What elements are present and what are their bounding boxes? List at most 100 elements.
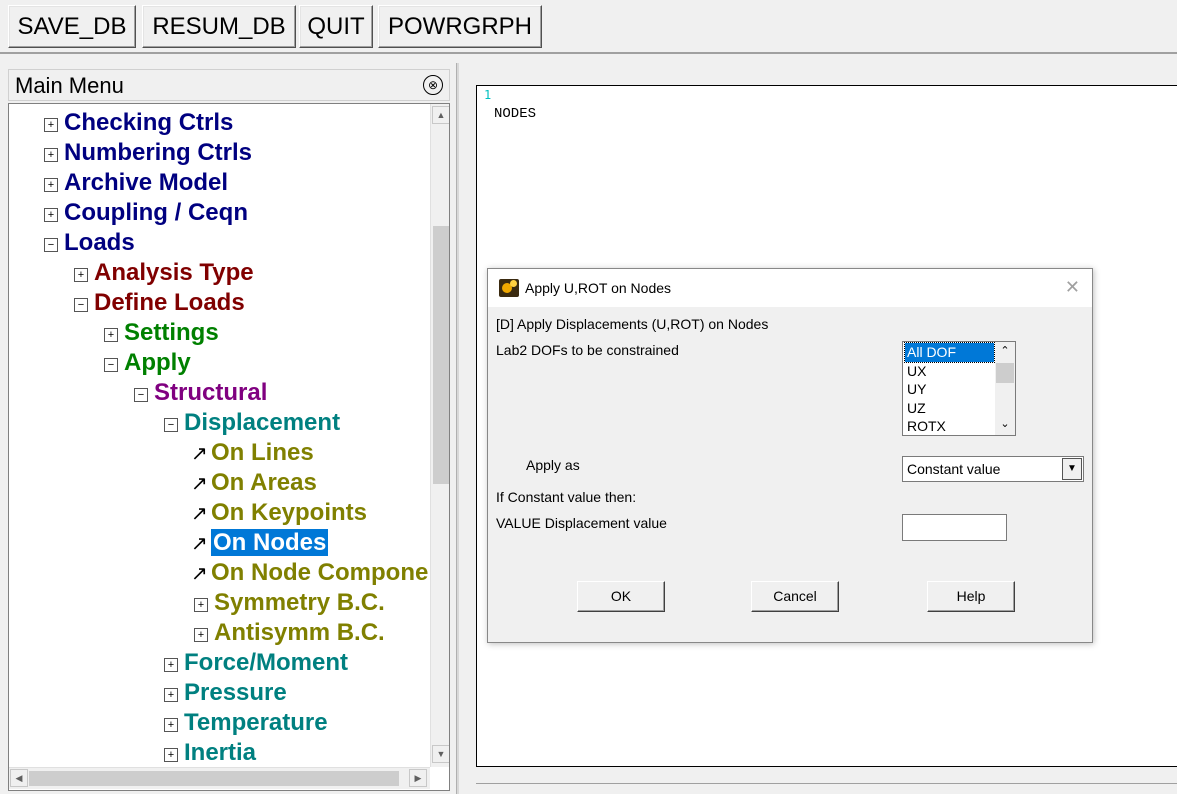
tree-item[interactable]: + Force/Moment: [164, 648, 348, 678]
collapse-node-icon[interactable]: −: [164, 418, 178, 432]
dof-list-scrollbar[interactable]: ⌃ ⌄: [995, 342, 1015, 435]
collapse-node-icon[interactable]: −: [134, 388, 148, 402]
action-arrow-icon[interactable]: ↗: [191, 499, 211, 529]
help-button[interactable]: Help: [927, 581, 1015, 612]
collapse-node-icon[interactable]: −: [44, 238, 58, 252]
chevron-up-icon[interactable]: ⌃: [995, 343, 1015, 360]
expand-icon[interactable]: +: [104, 328, 118, 342]
tree-item[interactable]: + Temperature: [164, 708, 328, 738]
tree-item-label[interactable]: Checking Ctrls: [64, 109, 233, 136]
action-arrow-icon[interactable]: ↗: [191, 529, 211, 559]
tree-item-label[interactable]: Apply: [124, 349, 191, 376]
value-label: VALUE Displacement value: [496, 515, 667, 531]
scroll-right-icon[interactable]: ▶: [409, 769, 427, 787]
tree-item-label[interactable]: On Areas: [211, 469, 317, 496]
tree-item[interactable]: + Checking Ctrls: [44, 108, 233, 138]
dof-option[interactable]: All DOF: [904, 342, 995, 363]
tree-item-label[interactable]: On Nodes: [211, 529, 329, 556]
expand-icon[interactable]: +: [194, 598, 208, 612]
dof-option[interactable]: ROTX: [905, 417, 994, 435]
scroll-left-icon[interactable]: ◀: [10, 769, 28, 787]
action-arrow-icon[interactable]: ↗: [191, 469, 211, 499]
tree-item-label[interactable]: Displacement: [184, 409, 340, 436]
tree-item[interactable]: + Antisymm B.C.: [194, 618, 385, 648]
tree-item-label[interactable]: On Keypoints: [211, 499, 367, 526]
apply-as-select[interactable]: Constant value ▼: [902, 456, 1084, 482]
tree-item-label[interactable]: Inertia: [184, 739, 256, 766]
tree-item[interactable]: + Inertia: [164, 738, 256, 768]
tree-item-label[interactable]: Analysis Type: [94, 259, 254, 286]
collapse-node-icon[interactable]: −: [104, 358, 118, 372]
action-arrow-icon[interactable]: ↗: [191, 439, 211, 469]
tree-item-label[interactable]: Structural: [154, 379, 267, 406]
dof-listbox[interactable]: All DOF UX UY UZ ROTX ⌃ ⌄: [902, 341, 1016, 436]
tree-item-label[interactable]: Pressure: [184, 679, 287, 706]
expand-icon[interactable]: +: [44, 148, 58, 162]
tree-item[interactable]: ↗ On Lines: [191, 438, 314, 468]
expand-icon[interactable]: +: [164, 658, 178, 672]
tree-item[interactable]: + Analysis Type: [74, 258, 254, 288]
expand-icon[interactable]: +: [44, 178, 58, 192]
tree-vertical-scrollbar[interactable]: ▲ ▼: [430, 104, 449, 767]
tree-item[interactable]: ↗ On Nodes: [191, 528, 329, 559]
tree-item[interactable]: − Define Loads: [74, 288, 245, 318]
scroll-up-icon[interactable]: ▲: [432, 106, 449, 124]
tree-item-label[interactable]: Archive Model: [64, 169, 228, 196]
tree-scroll-thumb[interactable]: [433, 226, 449, 484]
tree-horizontal-scrollbar[interactable]: ◀ ▶: [9, 767, 430, 789]
tree-item-label[interactable]: On Lines: [211, 439, 314, 466]
tree-item-label[interactable]: Antisymm B.C.: [214, 619, 385, 646]
dof-list-scroll-thumb[interactable]: [996, 363, 1014, 383]
expand-icon[interactable]: +: [164, 748, 178, 762]
scroll-down-icon[interactable]: ▼: [432, 745, 449, 763]
expand-icon[interactable]: +: [44, 118, 58, 132]
tree-item-label[interactable]: Loads: [64, 229, 135, 256]
apply-urot-dialog: Apply U,ROT on Nodes ✕ [D] Apply Displac…: [487, 268, 1093, 643]
expand-icon[interactable]: +: [164, 718, 178, 732]
tree-item-label[interactable]: Numbering Ctrls: [64, 139, 252, 166]
dropdown-arrow-icon[interactable]: ▼: [1062, 458, 1082, 480]
dof-option[interactable]: UZ: [905, 399, 994, 418]
close-icon[interactable]: ✕: [1065, 277, 1080, 298]
ok-button[interactable]: OK: [577, 581, 665, 612]
tree-item-label[interactable]: Temperature: [184, 709, 328, 736]
displacement-value-input[interactable]: [902, 514, 1007, 541]
tree-item[interactable]: − Apply: [104, 348, 191, 378]
dof-option[interactable]: UY: [905, 380, 994, 399]
tree-item-label[interactable]: Define Loads: [94, 289, 245, 316]
tree-item[interactable]: − Loads: [44, 228, 135, 258]
tree-item[interactable]: ↗ On Areas: [191, 468, 317, 498]
tree-item[interactable]: − Structural: [134, 378, 267, 408]
tree-item[interactable]: − Displacement: [164, 408, 340, 438]
tree-item[interactable]: + Symmetry B.C.: [194, 588, 385, 618]
tree-item[interactable]: + Pressure: [164, 678, 287, 708]
tree-item-label[interactable]: Symmetry B.C.: [214, 589, 385, 616]
tree-item[interactable]: + Archive Model: [44, 168, 228, 198]
collapse-node-icon[interactable]: −: [74, 298, 88, 312]
action-arrow-icon[interactable]: ↗: [191, 559, 211, 589]
save-db-button[interactable]: SAVE_DB: [8, 5, 136, 48]
tree-item[interactable]: ↗ On Keypoints: [191, 498, 367, 528]
tree-item-label[interactable]: On Node Compone: [211, 559, 428, 586]
collapse-icon[interactable]: ⊗: [423, 75, 443, 95]
dof-option[interactable]: UX: [905, 362, 994, 381]
powrgrph-button[interactable]: POWRGRPH: [378, 5, 542, 48]
dialog-titlebar[interactable]: Apply U,ROT on Nodes ✕: [488, 269, 1092, 307]
chevron-down-icon[interactable]: ⌄: [995, 416, 1015, 433]
expand-icon[interactable]: +: [44, 208, 58, 222]
tree-item-label[interactable]: Coupling / Ceqn: [64, 199, 248, 226]
tree-item[interactable]: + Numbering Ctrls: [44, 138, 252, 168]
tree-item[interactable]: ↗ On Node Compone: [191, 558, 428, 588]
expand-icon[interactable]: +: [164, 688, 178, 702]
resum-db-button[interactable]: RESUM_DB: [142, 5, 296, 48]
expand-icon[interactable]: +: [74, 268, 88, 282]
cancel-button[interactable]: Cancel: [751, 581, 839, 612]
expand-icon[interactable]: +: [194, 628, 208, 642]
tree-hscroll-thumb[interactable]: [29, 771, 399, 786]
tree-item-label[interactable]: Force/Moment: [184, 649, 348, 676]
panel-divider[interactable]: [456, 63, 459, 794]
tree-item[interactable]: + Coupling / Ceqn: [44, 198, 248, 228]
tree-item[interactable]: + Settings: [104, 318, 219, 348]
quit-button[interactable]: QUIT: [299, 5, 373, 48]
tree-item-label[interactable]: Settings: [124, 319, 219, 346]
